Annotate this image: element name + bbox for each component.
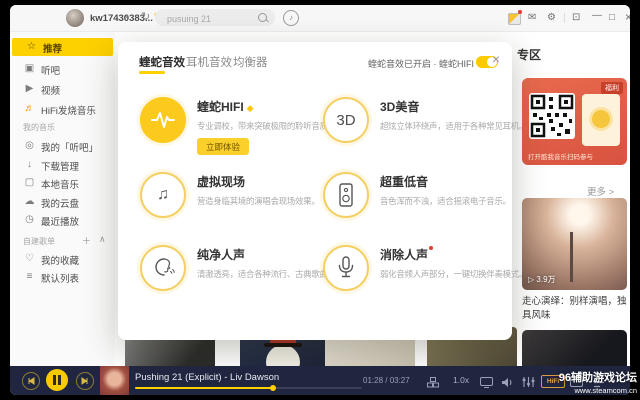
speaker-icon	[323, 172, 369, 218]
tab-equalizer[interactable]: 均衡器	[233, 54, 268, 70]
progress-handle[interactable]	[270, 385, 276, 391]
playback-speed[interactable]: 1.0x	[453, 375, 469, 385]
sidebar-item-tingba[interactable]: ▣ 听吧	[10, 60, 115, 78]
search-box[interactable]	[155, 9, 275, 26]
add-playlist-icon[interactable]: ＋	[82, 234, 91, 247]
watermark: 96辅助游戏论坛 www.steamcom.cn	[559, 369, 637, 395]
section-playlists: 自建歌单	[23, 236, 55, 247]
equalizer-icon[interactable]	[522, 375, 535, 393]
effect-viper-hifi[interactable]: 蝰蛇HIFI◆ 专业调校，带来突破极限的聆听音质。 立即体验	[140, 97, 326, 159]
avatar[interactable]	[66, 9, 84, 27]
list-icon: ≡	[23, 270, 36, 284]
video-icon: ▶	[23, 82, 36, 96]
active-tab-underline	[139, 71, 165, 74]
minimize-icon[interactable]: —	[592, 10, 602, 21]
modal-close-icon[interactable]: ×	[492, 51, 500, 67]
play-outline-icon: ▷	[528, 275, 534, 284]
album-art[interactable]	[100, 366, 129, 395]
view-count: ▷ 3.9万	[528, 274, 556, 285]
effect-pure-vocal[interactable]: 纯净人声 清澈透亮，适合各种流行、古典歌曲作品。	[140, 245, 326, 307]
search-input[interactable]	[165, 11, 253, 26]
video-thumbnail-2[interactable]	[522, 330, 627, 366]
microphone-icon	[323, 245, 369, 291]
qr-code	[529, 93, 575, 139]
track-title[interactable]: Pushing 21 (Explicit) - Liv Dawson	[135, 372, 279, 383]
promo-banner[interactable]: 福利 打开酷我音乐扫码参与	[522, 78, 627, 165]
search-icon[interactable]	[258, 13, 267, 22]
banner-card	[582, 94, 620, 146]
hifi-icon: ♬	[23, 102, 36, 116]
maximize-icon[interactable]: □	[609, 12, 615, 23]
section-my-music: 我的音乐	[23, 122, 55, 133]
radio-icon: ▣	[23, 62, 36, 76]
mail-icon[interactable]: ✉	[528, 12, 536, 23]
sidebar-item-recommend[interactable]: ☆ 推荐	[12, 38, 113, 56]
sidebar-item-recent[interactable]: ◷ 最近播放	[10, 211, 115, 229]
try-now-button[interactable]: 立即体验	[197, 138, 249, 155]
vocal-face-icon	[140, 245, 186, 291]
sidebar-item-video[interactable]: ▶ 视频	[10, 80, 115, 98]
3d-icon: 3D	[323, 97, 369, 143]
effect-status-label: 蝰蛇音效已开启 · 蝰蛇HIFI	[368, 57, 474, 70]
effect-super-bass[interactable]: 超重低音 音色浑而不浊，适合摇滚电子音乐。	[323, 172, 509, 234]
more-link[interactable]: 更多 >	[587, 184, 614, 198]
effect-virtual-live[interactable]: ♫ 虚拟现场 营造身临其境的演唱会现场效果。	[140, 172, 326, 234]
sidebar-item-hifi[interactable]: ♬ HiFi发烧音乐	[10, 100, 115, 118]
sidebar: ☆ 推荐 ▣ 听吧 ▶ 视频 ♬ HiFi发烧音乐 我的音乐 ◎ 我的「听吧」 …	[10, 32, 115, 366]
effect-remove-vocal[interactable]: 消除人声 弱化音频人声部分，一键切换伴奏模式。	[323, 245, 509, 307]
sidebar-item-default-list[interactable]: ≡ 默认列表	[10, 268, 115, 286]
sidebar-item-favorites[interactable]: ♡ 我的收藏	[10, 250, 115, 268]
time-display: 01:28 / 03:27	[363, 376, 410, 385]
star-icon: ☆	[25, 40, 38, 54]
quality-icon[interactable]	[427, 375, 439, 393]
video-caption[interactable]: 走心演绎：别样演唱，独具风味	[522, 295, 628, 323]
refresh-icon[interactable]: ↻	[141, 11, 150, 24]
sound-effect-modal: 蝰蛇音效 耳机音效 均衡器 蝰蛇音效已开启 · 蝰蛇HIFI × 蝰蛇HIFI◆…	[118, 42, 512, 340]
close-icon[interactable]: ×	[625, 10, 630, 24]
mic-stand	[570, 232, 573, 282]
video-mode-icon[interactable]	[480, 375, 493, 393]
waveform-icon	[140, 97, 186, 143]
music-notes-icon: ♫	[140, 172, 186, 218]
record-icon: ◎	[23, 139, 36, 153]
sidebar-item-downloads[interactable]: ↓ 下载管理	[10, 156, 115, 174]
sidebar-item-local-music[interactable]: ▢ 本地音乐	[10, 174, 115, 192]
pause-button[interactable]	[46, 369, 68, 391]
computer-icon: ▢	[23, 176, 36, 190]
effect-3d-sound[interactable]: 3D 3D美音 超炫立体环绕声，适用于各种常见耳机。	[323, 97, 509, 159]
pause-icon	[53, 375, 56, 385]
new-badge-dot	[429, 246, 433, 250]
music-recognition-icon[interactable]: ♪	[283, 10, 299, 26]
sidebar-item-my-tingba[interactable]: ◎ 我的「听吧」	[10, 137, 115, 155]
banner-ribbon: 福利	[601, 82, 623, 94]
next-track-button[interactable]	[76, 372, 94, 390]
gear-icon[interactable]: ⚙	[547, 12, 556, 23]
title-bar: kw17430383... ♛ ‹ ↻ ♪ ✉ ⚙ ⊡ — □ ×	[10, 5, 630, 32]
cloud-icon: ☁	[23, 195, 36, 209]
volume-icon[interactable]	[501, 375, 514, 393]
previous-track-button[interactable]	[22, 372, 40, 390]
video-thumbnail[interactable]: ▷ 3.9万	[522, 198, 627, 290]
clock-icon: ◷	[23, 213, 36, 227]
heart-icon: ♡	[23, 252, 36, 266]
tab-viper-effect[interactable]: 蝰蛇音效	[139, 54, 185, 70]
collapse-icon[interactable]: ∧	[99, 234, 106, 245]
back-icon[interactable]: ‹	[125, 11, 129, 24]
tab-headphone-effect[interactable]: 耳机音效	[186, 54, 232, 70]
player-bar: Pushing 21 (Explicit) - Liv Dawson 01:28…	[10, 366, 630, 395]
app-window: kw17430383... ♛ ‹ ↻ ♪ ✉ ⚙ ⊡ — □ × ☆ 推荐 ▣…	[10, 5, 630, 395]
download-icon: ↓	[23, 158, 36, 172]
zone-title: 专区	[517, 46, 541, 63]
sidebar-item-cloud-disk[interactable]: ☁ 我的云盘	[10, 193, 115, 211]
vip-diamond-icon: ◆	[247, 103, 254, 113]
banner-caption: 打开酷我音乐扫码参与	[528, 151, 593, 161]
progress-bar[interactable]	[135, 387, 362, 389]
divider	[564, 13, 565, 23]
skin-icon[interactable]	[508, 13, 521, 25]
progress-fill	[135, 387, 273, 389]
skin-notification-dot	[518, 10, 522, 14]
coin-badge	[592, 110, 610, 128]
mini-mode-icon[interactable]: ⊡	[572, 12, 580, 23]
